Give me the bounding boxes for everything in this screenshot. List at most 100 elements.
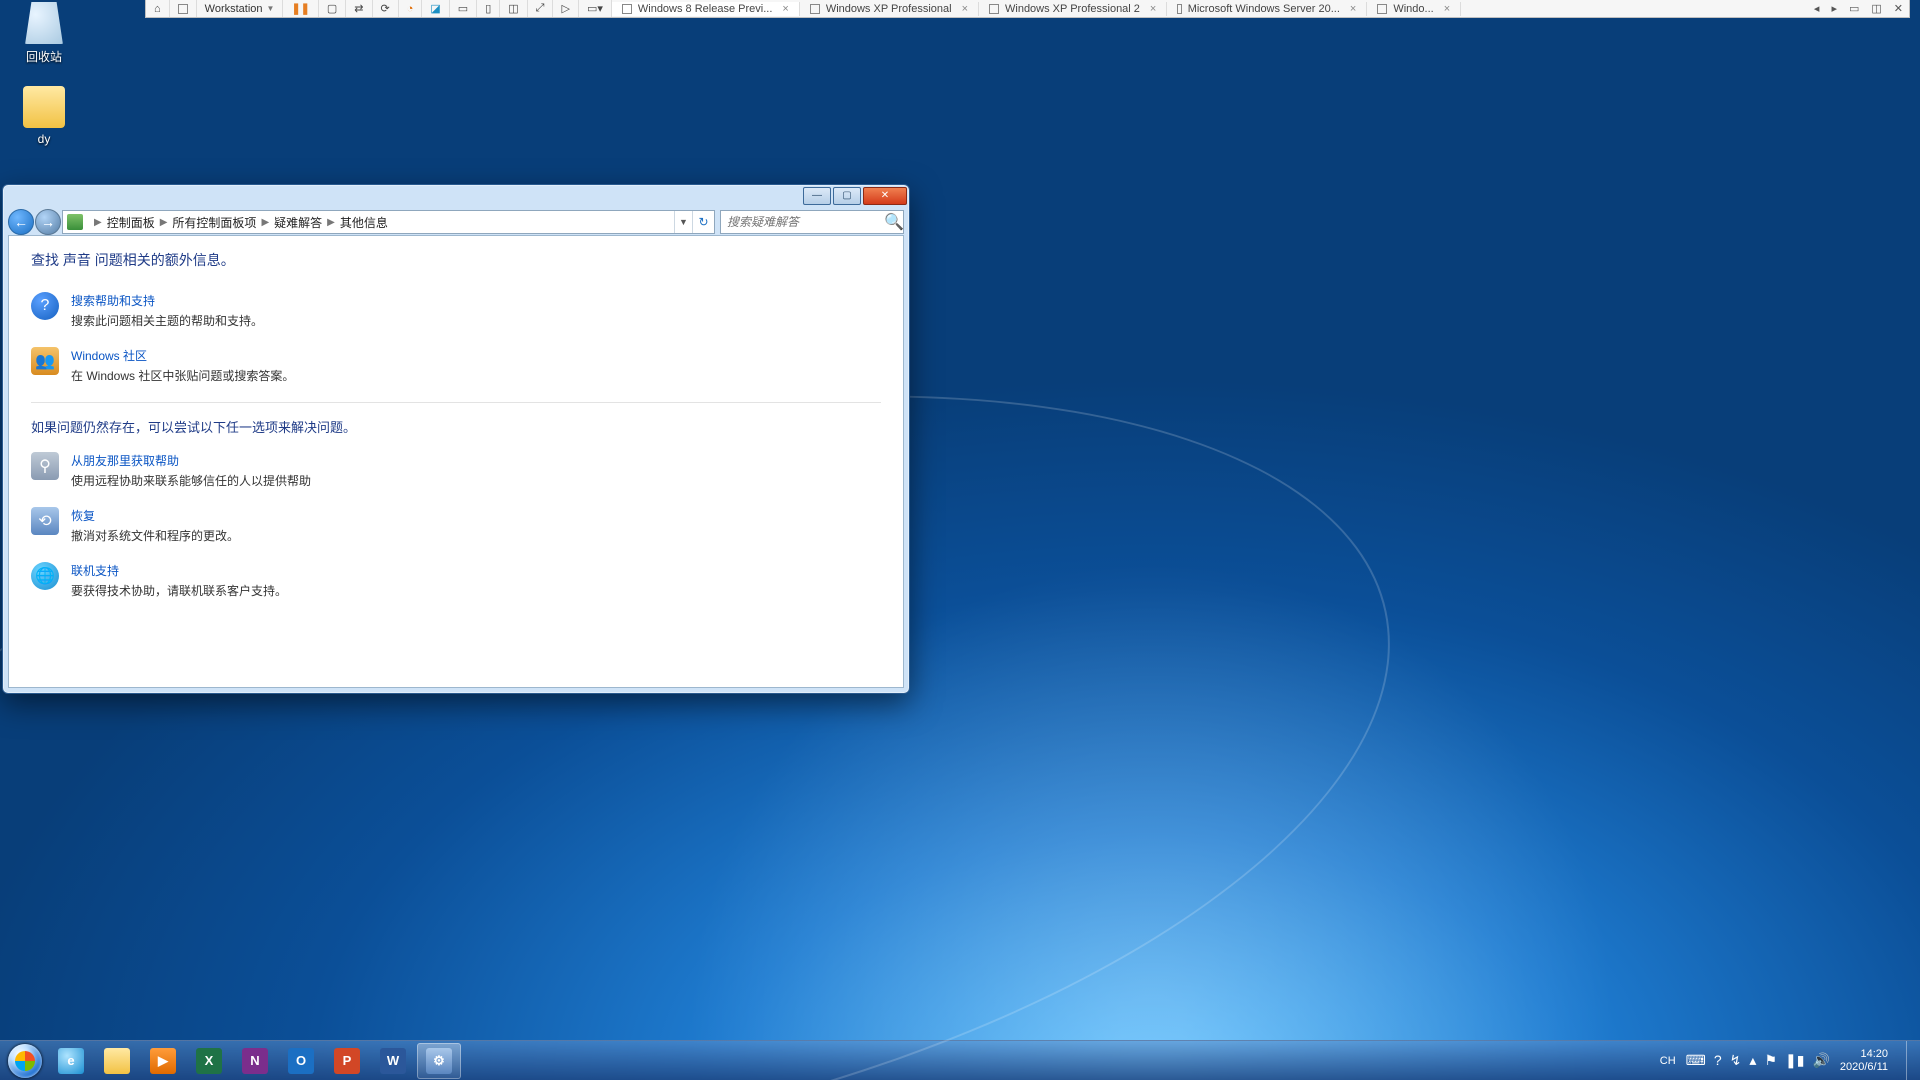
vmware-library-button[interactable] bbox=[170, 0, 197, 17]
link-windows-community[interactable]: Windows 社区 bbox=[71, 349, 147, 363]
refresh-button[interactable]: ↻ bbox=[692, 211, 714, 233]
link-search-help[interactable]: 搜索帮助和支持 bbox=[71, 294, 155, 308]
breadcrumb-item[interactable]: 疑难解答 bbox=[274, 214, 322, 231]
vm-icon bbox=[989, 4, 999, 14]
nav-forward-button[interactable]: → bbox=[35, 209, 61, 235]
tray-keyboard-icon[interactable]: ⌨ bbox=[1686, 1052, 1706, 1069]
tray-time: 14:20 bbox=[1840, 1048, 1888, 1061]
vmware-home-button[interactable]: ⌂ bbox=[146, 0, 170, 17]
close-icon[interactable]: × bbox=[1150, 3, 1156, 15]
search-box[interactable]: 🔍 bbox=[720, 210, 904, 234]
taskbar-outlook[interactable]: O bbox=[279, 1043, 323, 1079]
show-desktop-button[interactable] bbox=[1906, 1041, 1916, 1080]
breadcrumb-item[interactable]: 控制面板 bbox=[107, 214, 155, 231]
vmware-toolbar-button[interactable]: ▭▾ bbox=[579, 0, 612, 17]
link-restore[interactable]: 恢复 bbox=[71, 509, 95, 523]
restore-icon: ⟲ bbox=[31, 507, 59, 535]
taskbar-ie[interactable]: e bbox=[49, 1043, 93, 1079]
tray-sync-icon[interactable]: ↯ bbox=[1730, 1052, 1742, 1069]
taskbar-powerpoint[interactable]: P bbox=[325, 1043, 369, 1079]
nav-back-button[interactable]: ← bbox=[8, 209, 34, 235]
desktop-icon-recycle-bin[interactable]: 回收站 bbox=[6, 2, 82, 65]
breadcrumb-item[interactable]: 其他信息 bbox=[340, 214, 388, 231]
tray-volume-icon[interactable]: 🔊 bbox=[1812, 1052, 1829, 1069]
folder-icon bbox=[104, 1048, 130, 1074]
close-button[interactable]: ✕ bbox=[863, 187, 907, 205]
vmware-toolbar-button[interactable]: ⟳ bbox=[373, 0, 399, 17]
tray-action-center-icon[interactable]: ⚑ bbox=[1764, 1052, 1777, 1069]
vmware-toolbar-button[interactable]: ▭ bbox=[1843, 2, 1865, 15]
taskbar-word[interactable]: W bbox=[371, 1043, 415, 1079]
search-input[interactable] bbox=[721, 211, 884, 233]
option-description: 使用远程协助来联系能够信任的人以提供帮助 bbox=[71, 472, 311, 489]
search-icon[interactable]: 🔍 bbox=[884, 212, 904, 232]
vmware-fullscreen-button[interactable]: ⤢ bbox=[528, 0, 554, 17]
tray-network-icon[interactable]: ❚▮ bbox=[1785, 1052, 1804, 1069]
breadcrumb-item[interactable]: 所有控制面板项 bbox=[172, 214, 256, 231]
vmware-toolbar-button[interactable]: ⇄ bbox=[346, 0, 372, 17]
vmware-toolbar-button[interactable]: ▯ bbox=[477, 0, 500, 17]
close-icon[interactable]: × bbox=[1444, 3, 1450, 15]
tray-clock[interactable]: 14:20 2020/6/11 bbox=[1840, 1048, 1888, 1074]
tray-ime-indicator[interactable]: CH bbox=[1660, 1055, 1676, 1067]
desktop-icon-folder-dy[interactable]: dy bbox=[6, 86, 82, 146]
vmware-unity-button[interactable]: ▭ bbox=[450, 0, 477, 17]
taskbar-excel[interactable]: X bbox=[187, 1043, 231, 1079]
option-restore: ⟲ 恢复 撤消对系统文件和程序的更改。 bbox=[31, 507, 881, 544]
folder-icon bbox=[23, 86, 65, 128]
close-icon[interactable]: × bbox=[782, 3, 788, 15]
vmware-toolbar-button[interactable]: ▢ bbox=[319, 0, 346, 17]
vmware-toolbar-button[interactable]: ◫ bbox=[1865, 2, 1887, 15]
tray-chevron-up-icon[interactable]: ▴ bbox=[1749, 1052, 1756, 1069]
maximize-button[interactable]: ▢ bbox=[833, 187, 861, 205]
vmware-tab[interactable]: Windows XP Professional × bbox=[800, 2, 979, 16]
taskbar-onenote[interactable]: N bbox=[233, 1043, 277, 1079]
window-titlebar[interactable]: — ▢ ✕ bbox=[3, 185, 909, 207]
vmware-toolbar: ⌂ Workstation ▼ ❚❚ ▢ ⇄ ⟳ ◔ ◪ ▭ ▯ ◫ ⤢ ▷ ▭… bbox=[145, 0, 1910, 18]
powerpoint-icon: P bbox=[334, 1048, 360, 1074]
arrow-left-icon: ← bbox=[14, 214, 28, 230]
chevron-down-icon: ▼ bbox=[267, 4, 275, 13]
recycle-bin-icon bbox=[23, 2, 65, 44]
vmware-tab-label: Windows XP Professional bbox=[826, 3, 952, 15]
nav-row: ← → ▶ 控制面板 ▶ 所有控制面板项 ▶ 疑难解答 ▶ 其他信息 ▼ ↻ 🔍 bbox=[8, 207, 904, 237]
option-friend-help: ⚲ 从朋友那里获取帮助 使用远程协助来联系能够信任的人以提供帮助 bbox=[31, 452, 881, 489]
vmware-workstation-menu[interactable]: Workstation ▼ bbox=[197, 0, 284, 17]
taskbar: e ▶ X N O P W ⚙ CH ⌨ ? ↯ ▴ ⚑ ❚▮ 🔊 14:20 … bbox=[0, 1040, 1920, 1080]
refresh-icon: ↻ bbox=[698, 215, 708, 229]
vmware-toolbar-button[interactable]: ✕ bbox=[1888, 2, 1909, 15]
vmware-tab[interactable]: Windows 8 Release Previ... × bbox=[612, 2, 800, 16]
link-online-support[interactable]: 联机支持 bbox=[71, 564, 119, 578]
taskbar-control-panel[interactable]: ⚙ bbox=[417, 1043, 461, 1079]
section-heading: 如果问题仍然存在，可以尝试以下任一选项来解决问题。 bbox=[31, 417, 881, 436]
vm-icon bbox=[622, 4, 632, 14]
arrow-right-icon: → bbox=[41, 214, 55, 230]
tray-icons: ⌨ ? ↯ ▴ ⚑ ❚▮ 🔊 bbox=[1686, 1052, 1830, 1069]
link-friend-help[interactable]: 从朋友那里获取帮助 bbox=[71, 454, 179, 468]
vm-icon bbox=[810, 4, 820, 14]
taskbar-media-player[interactable]: ▶ bbox=[141, 1043, 185, 1079]
option-online-support: 🌐 联机支持 要获得技术协助，请联机联系客户支持。 bbox=[31, 562, 881, 599]
vmware-tab[interactable]: Microsoft Windows Server 20... × bbox=[1167, 2, 1367, 16]
outlook-icon: O bbox=[288, 1048, 314, 1074]
vmware-toolbar-button[interactable]: ◫ bbox=[500, 0, 527, 17]
address-dropdown-button[interactable]: ▼ bbox=[674, 211, 692, 233]
vmware-next-tab-button[interactable]: ▸ bbox=[1825, 2, 1843, 15]
close-icon[interactable]: × bbox=[962, 3, 968, 15]
address-bar[interactable]: ▶ 控制面板 ▶ 所有控制面板项 ▶ 疑难解答 ▶ 其他信息 ▼ ↻ bbox=[62, 210, 715, 234]
vmware-tab[interactable]: Windows XP Professional 2 × bbox=[979, 2, 1167, 16]
vmware-snapshot-button[interactable]: ◔ bbox=[399, 0, 423, 17]
vmware-toolbar-button[interactable]: ▷ bbox=[553, 0, 578, 17]
vmware-tab[interactable]: Windo... × bbox=[1367, 2, 1461, 16]
desktop-icon-label: 回收站 bbox=[6, 48, 82, 65]
close-icon[interactable]: × bbox=[1350, 3, 1356, 15]
taskbar-explorer[interactable] bbox=[95, 1043, 139, 1079]
start-button[interactable] bbox=[2, 1041, 48, 1080]
media-player-icon: ▶ bbox=[150, 1048, 176, 1074]
vmware-toolbar-button[interactable]: ◪ bbox=[422, 0, 449, 17]
vmware-prev-tab-button[interactable]: ◂ bbox=[1808, 2, 1826, 15]
minimize-button[interactable]: — bbox=[803, 187, 831, 205]
vmware-pause-button[interactable]: ❚❚ bbox=[283, 0, 318, 17]
tray-help-icon[interactable]: ? bbox=[1714, 1052, 1722, 1069]
word-icon: W bbox=[380, 1048, 406, 1074]
